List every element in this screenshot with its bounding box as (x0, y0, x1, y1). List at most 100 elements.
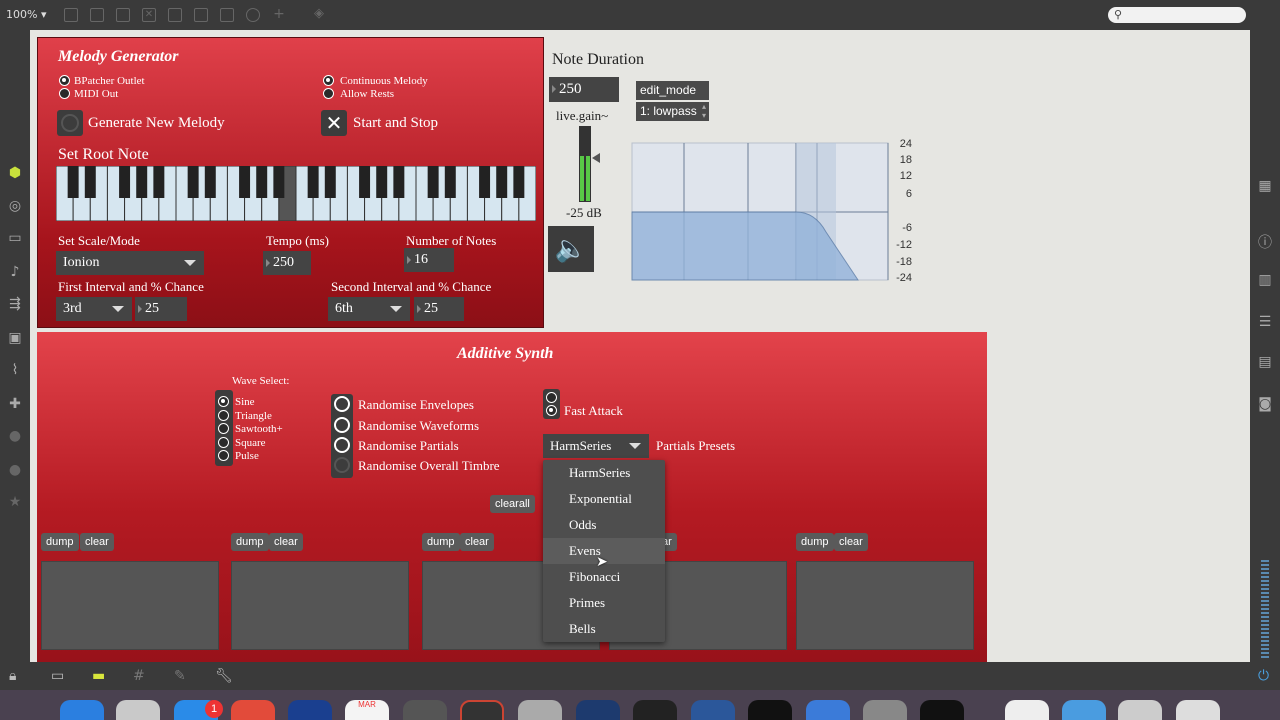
menu-item-primes[interactable]: Primes (543, 590, 665, 616)
toolbar-icon-6[interactable] (194, 8, 208, 22)
second-chance-number[interactable]: 25 (414, 297, 464, 321)
music-app-dock-icon[interactable] (460, 700, 504, 720)
black-key[interactable] (324, 166, 336, 198)
downloads-dock-icon[interactable] (1062, 700, 1106, 720)
launchpad-dock-icon[interactable] (116, 700, 160, 720)
black-key[interactable] (479, 166, 491, 198)
chrome-dock-icon[interactable] (231, 700, 275, 720)
settings-dock-icon[interactable] (863, 700, 907, 720)
dump-button-2[interactable]: dump (231, 533, 269, 551)
dump-button-3[interactable]: dump (422, 533, 460, 551)
black-key[interactable] (393, 166, 405, 198)
browser-dock-icon[interactable] (806, 700, 850, 720)
search-input[interactable]: ⚲ (1108, 7, 1246, 23)
comment-bubble-icon[interactable]: ▬ (92, 668, 105, 684)
filter-type-umenu[interactable]: 1: lowpass ▴ ▾ (636, 102, 709, 121)
radio-sawtooth[interactable] (218, 423, 229, 434)
randomise-waveforms-button[interactable] (334, 417, 350, 433)
word-dock-icon[interactable] (691, 700, 735, 720)
target-icon[interactable]: ◎ (0, 198, 30, 214)
black-key[interactable] (359, 166, 371, 198)
sequence-icon[interactable]: ⇶ (0, 296, 30, 312)
black-key[interactable] (427, 166, 439, 198)
black-key[interactable] (67, 166, 79, 198)
keyboard-app-dock-icon[interactable] (403, 700, 447, 720)
first-chance-number[interactable]: 25 (135, 297, 187, 321)
randomise-partials-button[interactable] (334, 437, 350, 453)
plus-icon[interactable]: + (272, 7, 286, 22)
radio-pulse[interactable] (218, 450, 229, 461)
tempo-number[interactable]: 250 (263, 251, 311, 275)
grid-icon[interactable]: ▦ (1250, 178, 1280, 194)
app-dock-icon[interactable] (288, 700, 332, 720)
clear-button-1[interactable]: clear (80, 533, 114, 551)
book-icon[interactable]: ▥ (1250, 272, 1280, 288)
star-icon[interactable]: ★ (0, 494, 30, 510)
radio-sine[interactable] (218, 396, 229, 407)
radio-allow-rests[interactable] (323, 88, 334, 99)
close-box-icon[interactable]: ✕ (142, 8, 156, 22)
image-icon[interactable]: ▣ (0, 330, 30, 346)
reference-icon[interactable]: ▤ (1250, 354, 1280, 370)
steam-dock-icon[interactable] (576, 700, 620, 720)
multislider-1[interactable] (41, 561, 219, 650)
root-note-keyboard[interactable] (56, 166, 536, 221)
clock-icon[interactable] (246, 8, 260, 22)
dump-button-1[interactable]: dump (41, 533, 79, 551)
calendar-dock-icon[interactable]: MAR (345, 700, 389, 720)
clear-button-5[interactable]: clear (834, 533, 868, 551)
black-key[interactable] (307, 166, 319, 198)
list-icon[interactable]: ☰ (1250, 314, 1280, 330)
terminal-dock-icon[interactable] (920, 700, 964, 720)
gain-meter[interactable] (579, 126, 591, 202)
package-icon[interactable]: ● (0, 428, 30, 444)
help-icon[interactable]: ● (0, 462, 30, 478)
toolbar-icon-7[interactable] (220, 8, 234, 22)
wrench-icon[interactable]: 🔧︎ (215, 668, 233, 684)
comment-icon[interactable] (116, 8, 130, 22)
plugin-icon[interactable]: ✚ (0, 396, 30, 412)
music-note-icon[interactable]: ♪ (0, 264, 30, 280)
black-key[interactable] (256, 166, 268, 198)
start-stop-toggle[interactable]: ✕ (321, 110, 347, 136)
menu-item-exponential[interactable]: Exponential (543, 486, 665, 512)
black-key[interactable] (496, 166, 508, 198)
multislider-2[interactable] (231, 561, 409, 650)
menu-item-bells[interactable]: Bells (543, 616, 665, 642)
black-key[interactable] (84, 166, 96, 198)
cube-icon[interactable]: ⬢ (0, 165, 30, 181)
black-key[interactable] (513, 166, 525, 198)
speaker-icon[interactable]: 🔈 (548, 226, 594, 272)
scale-dropdown[interactable]: Ionion (56, 251, 204, 275)
panel-icon[interactable]: ▭ (0, 230, 30, 246)
radio-bpatcher-outlet[interactable] (59, 75, 70, 86)
paperclip-icon[interactable]: ⌇ (0, 362, 30, 378)
menu-item-odds[interactable]: Odds (543, 512, 665, 538)
black-key[interactable] (239, 166, 251, 198)
power-icon[interactable]: ⏻ (1258, 668, 1269, 684)
radio-continuous-melody[interactable] (323, 75, 334, 86)
patch-cord-icon[interactable]: ✎ (174, 668, 186, 684)
black-key[interactable] (119, 166, 131, 198)
max-dock-icon[interactable] (748, 700, 792, 720)
randomise-envelopes-button[interactable] (334, 396, 350, 412)
black-key[interactable] (153, 166, 165, 198)
partials-preset-dropdown[interactable]: HarmSeries (543, 434, 649, 458)
gain-slider-handle[interactable] (592, 153, 600, 163)
trash-dock-icon[interactable] (1176, 700, 1220, 720)
toolbar-icon-5[interactable] (168, 8, 182, 22)
printer-dock-icon[interactable] (1118, 700, 1162, 720)
multislider-5[interactable] (796, 561, 974, 650)
camera-icon[interactable]: ◙ (1250, 396, 1280, 412)
document-dock-icon[interactable] (1005, 700, 1049, 720)
clearall-button[interactable]: clearall (490, 495, 535, 513)
paint-bucket-icon[interactable]: ◈ (312, 7, 326, 22)
radio-square[interactable] (218, 437, 229, 448)
randomise-timbre-button[interactable] (334, 457, 350, 473)
note-duration-number[interactable]: 250 (549, 77, 619, 102)
radio-midi-out[interactable] (59, 88, 70, 99)
black-key[interactable] (376, 166, 388, 198)
info-icon[interactable]: ⓘ (1250, 232, 1280, 252)
lock-icon[interactable]: 🔒︎ (9, 668, 16, 684)
clear-button-3[interactable]: clear (460, 533, 494, 551)
